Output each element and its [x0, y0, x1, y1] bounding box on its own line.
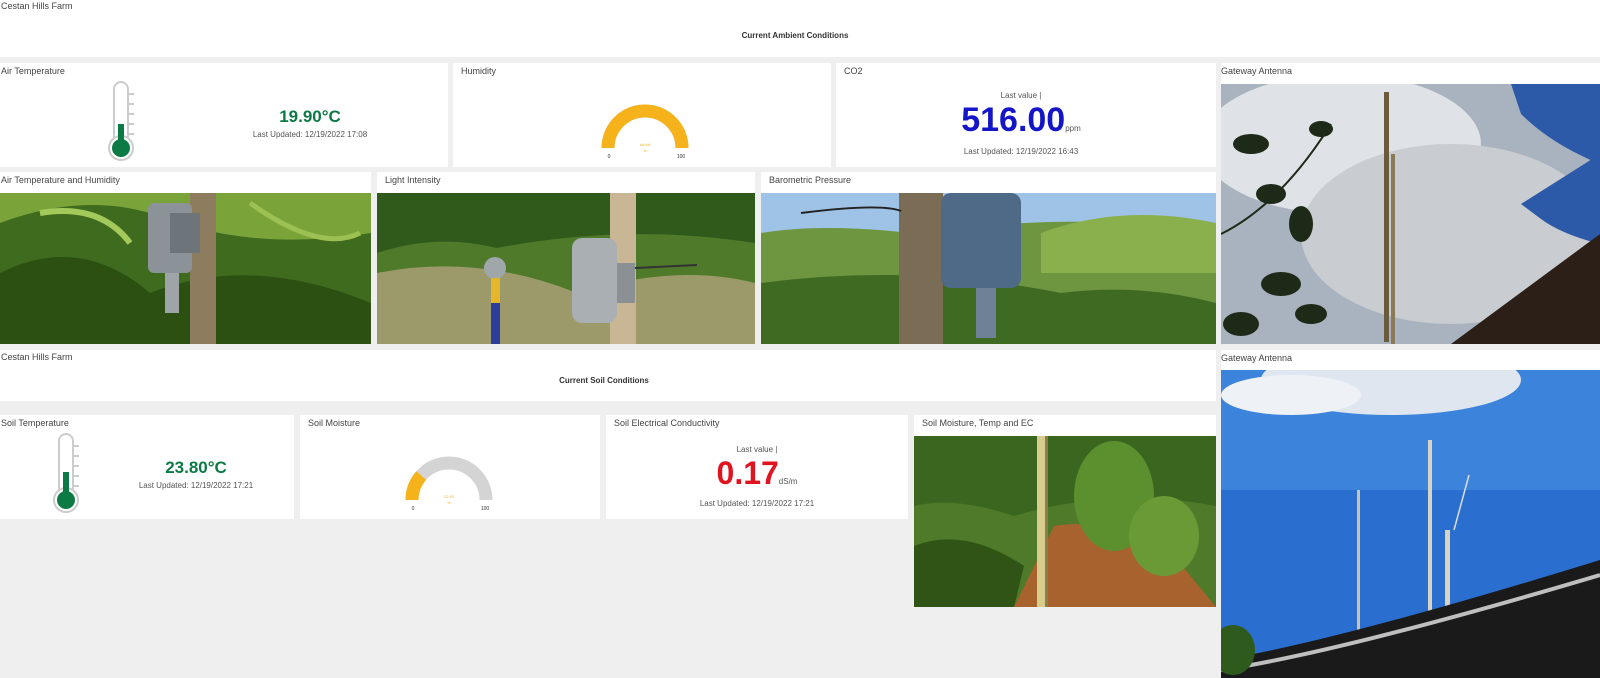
soil-thermometer-icon [53, 433, 79, 513]
soil-ec-unit: dS/m [778, 477, 798, 486]
soil-ec-title: Soil Electrical Conductivity [614, 418, 720, 428]
co2-value: 516.00 [961, 101, 1066, 139]
co2-unit: ppm [1065, 124, 1081, 133]
gateway-antenna-photo-1 [1221, 84, 1600, 344]
air-temp-humidity-image-panel: Air Temperature and Humidity [0, 172, 371, 344]
soil-ec-value: 0.17 [716, 455, 779, 491]
barometric-pressure-photo [761, 193, 1216, 344]
humidity-gauge-max: 100 [677, 154, 686, 159]
humidity-gauge-unit: % [643, 148, 647, 153]
soil-moisture-gauge-unit: % [447, 500, 451, 505]
farm-title: Cestan Hills Farm [1, 1, 73, 11]
co2-updated: Last Updated: 12/19/2022 16:43 [963, 147, 1079, 156]
soil-temperature-panel: Soil Temperature 23.80°C Last Updated: 1… [0, 415, 294, 519]
air-temp-humidity-image-title: Air Temperature and Humidity [1, 175, 120, 185]
soil-temperature-title: Soil Temperature [1, 418, 69, 428]
air-temperature-value: 19.90°C [279, 107, 341, 126]
soil-moisture-gauge-max: 100 [481, 506, 490, 511]
gateway-antenna-photo-2 [1221, 370, 1600, 678]
soil-temperature-updated: Last Updated: 12/19/2022 17:21 [138, 481, 254, 490]
soil-header-panel: Cestan Hills Farm Current Soil Condition… [0, 350, 1216, 401]
barometric-pressure-image-panel: Barometric Pressure [761, 172, 1216, 344]
air-temperature-updated: Last Updated: 12/19/2022 17:08 [252, 130, 368, 139]
humidity-gauge-value: ##.## [640, 142, 651, 147]
soil-image-title: Soil Moisture, Temp and EC [922, 418, 1034, 428]
co2-value-wrap: 516.00ppm [836, 101, 1206, 140]
soil-ec-panel: Soil Electrical Conductivity Last value … [606, 415, 908, 519]
soil-moisture-gauge-min: 0 [412, 506, 415, 511]
co2-title: CO2 [844, 66, 863, 76]
gateway-antenna-title-2: Gateway Antenna [1221, 353, 1293, 363]
soil-heading: Current Soil Conditions [559, 376, 649, 385]
soil-moisture-gauge-value: 22.93 [444, 494, 455, 499]
gateway-antenna-panel-1: Gateway Antenna [1221, 63, 1600, 344]
humidity-panel: Humidity 0 100 ##.## % [453, 63, 831, 167]
light-intensity-image-title: Light Intensity [385, 175, 441, 185]
soil-moisture-panel: Soil Moisture 0 100 22.93 % [300, 415, 600, 519]
co2-panel: CO2 Last value | 516.00ppm Last Updated:… [836, 63, 1216, 167]
air-temp-humidity-photo [0, 193, 371, 344]
soil-ec-value-wrap: 0.17dS/m [606, 455, 908, 492]
humidity-title: Humidity [461, 66, 497, 76]
gateway-antenna-title-1: Gateway Antenna [1221, 66, 1293, 76]
humidity-gauge-min: 0 [608, 154, 611, 159]
soil-moisture-gauge-icon: 0 100 22.93 % [405, 456, 493, 511]
ambient-header-panel: Cestan Hills Farm Current Ambient Condit… [0, 0, 1600, 57]
soil-farm-title: Cestan Hills Farm [1, 352, 73, 362]
soil-temperature-value: 23.80°C [165, 458, 227, 477]
thermometer-icon [108, 81, 134, 161]
soil-ec-caption: Last value | [736, 445, 778, 454]
co2-caption: Last value | [1000, 91, 1042, 100]
air-temperature-title: Air Temperature [1, 66, 65, 76]
light-intensity-image-panel: Light Intensity [377, 172, 755, 344]
air-temperature-panel: Air Temperature 19.90°C Last Updated: 12… [0, 63, 448, 167]
ambient-heading: Current Ambient Conditions [741, 31, 849, 40]
gateway-antenna-panel-2: Gateway Antenna [1221, 350, 1600, 678]
humidity-gauge-icon: 0 100 ##.## % [601, 104, 689, 159]
soil-image-panel: Soil Moisture, Temp and EC [914, 415, 1216, 607]
light-intensity-photo [377, 193, 755, 344]
soil-moisture-title: Soil Moisture [308, 418, 361, 428]
soil-ec-updated: Last Updated: 12/19/2022 17:21 [699, 499, 815, 508]
soil-sensor-photo [914, 436, 1216, 607]
barometric-pressure-image-title: Barometric Pressure [769, 175, 852, 185]
